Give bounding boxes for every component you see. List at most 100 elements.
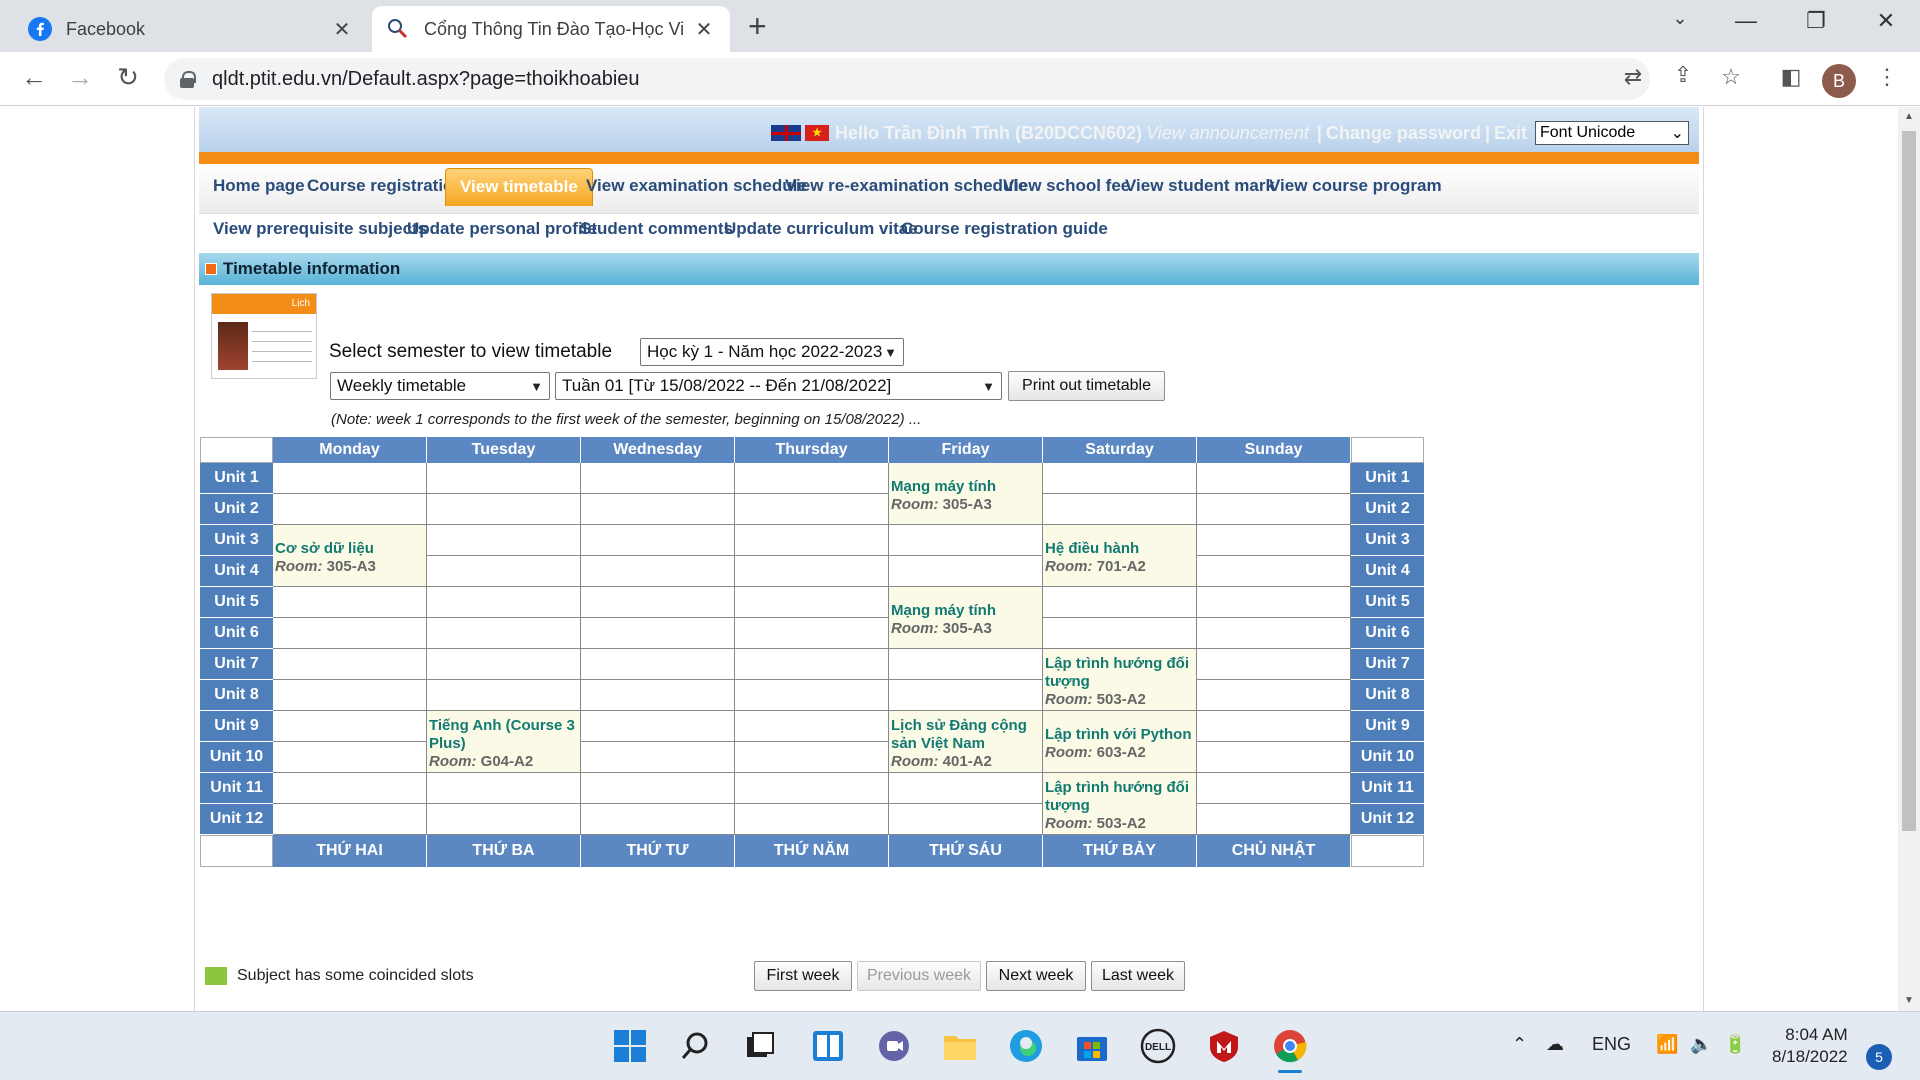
mcafee-icon[interactable]: [1204, 1026, 1244, 1066]
room-label: Room:: [891, 495, 939, 513]
edge-icon[interactable]: [1006, 1026, 1046, 1066]
side-panel-icon[interactable]: ◧: [1776, 64, 1806, 90]
course-block[interactable]: Mạng máy tính Room: 305-A3: [889, 463, 1043, 525]
wifi-icon[interactable]: 📶: [1656, 1034, 1678, 1055]
menu-update-curriculum-vitae[interactable]: Update curriculum vitae: [724, 219, 918, 239]
scrollbar-thumb[interactable]: [1902, 131, 1916, 831]
day-footer: THỨ BẢY: [1043, 835, 1197, 867]
chrome-icon[interactable]: [1270, 1026, 1310, 1073]
scroll-up-icon[interactable]: ▲: [1898, 111, 1920, 122]
section-title-text: Timetable information: [223, 259, 401, 278]
timetable-cell: [735, 711, 889, 742]
minimize-icon[interactable]: —: [1716, 8, 1776, 34]
menu-view-timetable[interactable]: View timetable: [445, 168, 593, 206]
menu-dots-icon[interactable]: ⋮: [1872, 64, 1902, 90]
timetable-cell: [581, 463, 735, 494]
menu-course-registration[interactable]: Course registration: [307, 176, 464, 196]
course-block[interactable]: Lịch sử Đảng cộng sản Việt Nam Room: 401-…: [889, 711, 1043, 773]
menu-view-prerequisite-subjects[interactable]: View prerequisite subjects: [213, 219, 427, 239]
section-title: Timetable information: [199, 253, 1699, 285]
course-room: Room: 603-A2: [1045, 744, 1194, 762]
semester-select[interactable]: Học kỳ 1 - Năm học 2022-2023 ▼: [640, 338, 904, 366]
task-view-icon[interactable]: [740, 1026, 780, 1066]
menu-view-examination-schedule[interactable]: View examination schedule: [586, 176, 807, 196]
vn-flag-icon[interactable]: ★: [805, 125, 830, 141]
course-room: Room: 503-A2: [1045, 691, 1194, 709]
uk-flag-icon[interactable]: [771, 125, 802, 141]
menu-view-course-program[interactable]: View course program: [1269, 176, 1442, 196]
course-block[interactable]: Lập trình hướng đối tượng Room: 503-A2: [1043, 773, 1197, 835]
notification-badge[interactable]: 5: [1866, 1044, 1892, 1070]
last-week-button[interactable]: Last week: [1091, 961, 1185, 991]
tab-facebook[interactable]: Facebook ✕: [14, 6, 368, 52]
menu-course-registration-guide[interactable]: Course registration guide: [901, 219, 1108, 239]
battery-icon[interactable]: 🔋: [1724, 1034, 1746, 1055]
close-tab-icon[interactable]: ✕: [330, 17, 354, 42]
page-container: ★ Hello Trần Đình Tĩnh (B20DCCN602) View…: [194, 107, 1704, 1011]
close-window-icon[interactable]: ✕: [1856, 8, 1916, 34]
microsoft-store-icon[interactable]: [1072, 1026, 1112, 1066]
grid-corner: [1351, 835, 1424, 867]
profile-avatar[interactable]: B: [1822, 64, 1856, 98]
unit-label: Unit 6: [1351, 618, 1424, 649]
change-password-link[interactable]: Change password: [1326, 123, 1481, 144]
course-block[interactable]: Hệ điều hành Room: 701-A2: [1043, 525, 1197, 587]
file-explorer-icon[interactable]: [940, 1026, 980, 1066]
course-block[interactable]: Tiếng Anh (Course 3 Plus) Room: G04-A2: [427, 711, 581, 773]
scroll-down-icon[interactable]: ▼: [1898, 995, 1920, 1006]
close-tab-icon[interactable]: ✕: [692, 17, 716, 42]
dell-icon[interactable]: DELL: [1138, 1026, 1178, 1066]
reload-icon[interactable]: ↻: [108, 62, 148, 93]
unit-label: Unit 4: [200, 556, 273, 587]
tab-title: Cổng Thông Tin Đào Tạo-Học Vi: [424, 18, 685, 39]
url-input[interactable]: qldt.ptit.edu.vn/Default.aspx?page=thoik…: [164, 58, 1650, 100]
chevron-up-icon[interactable]: ⌃: [1512, 1034, 1527, 1055]
timetable-cell: [889, 804, 1043, 835]
translate-icon[interactable]: ⇄: [1618, 64, 1648, 90]
font-select[interactable]: Font Unicode ⌄: [1535, 121, 1689, 145]
view-type-select[interactable]: Weekly timetable ▼: [330, 372, 550, 400]
previous-week-button[interactable]: Previous week: [857, 961, 981, 991]
course-block[interactable]: Lập trình với Python Room: 603-A2: [1043, 711, 1197, 773]
bookmark-star-icon[interactable]: ☆: [1716, 64, 1746, 90]
timetable-cell: [581, 773, 735, 804]
share-icon[interactable]: ⇪: [1668, 62, 1698, 88]
course-block[interactable]: Mạng máy tính Room: 305-A3: [889, 587, 1043, 649]
menu-home-page[interactable]: Home page: [213, 176, 305, 196]
course-block[interactable]: Cơ sở dữ liệu Room: 305-A3: [273, 525, 427, 587]
menu-view-reexamination-schedule[interactable]: View re-examination schedule: [785, 176, 1028, 196]
menu-view-school-fee[interactable]: View school fee: [1003, 176, 1130, 196]
menu-view-student-mark[interactable]: View student mark: [1125, 176, 1275, 196]
back-icon[interactable]: ←: [14, 62, 54, 93]
menu-student-comments[interactable]: Student comments: [580, 219, 733, 239]
forward-icon[interactable]: →: [60, 62, 100, 93]
onedrive-icon[interactable]: ☁: [1546, 1034, 1564, 1055]
view-type-value: Weekly timetable: [337, 376, 467, 395]
course-name: Cơ sở dữ liệu: [275, 539, 374, 557]
first-week-button[interactable]: First week: [754, 961, 852, 991]
clock[interactable]: 8:04 AM 8/18/2022: [1772, 1024, 1848, 1068]
language-indicator[interactable]: ENG: [1592, 1034, 1631, 1055]
next-week-button[interactable]: Next week: [986, 961, 1086, 991]
tab-qldt[interactable]: Cổng Thông Tin Đào Tạo-Học Vi ✕: [372, 6, 730, 52]
teams-chat-icon[interactable]: [874, 1026, 914, 1066]
legend-text: Subject has some coincided slots: [237, 967, 474, 984]
timetable-cell: [1043, 618, 1197, 649]
unit-label: Unit 6: [200, 618, 273, 649]
timetable-cell: [273, 494, 427, 525]
start-icon[interactable]: [610, 1026, 650, 1066]
view-announcement-link[interactable]: View announcement: [1146, 123, 1309, 144]
restore-icon[interactable]: ❐: [1786, 8, 1846, 34]
widgets-icon[interactable]: [808, 1026, 848, 1066]
tab-search-icon[interactable]: ⌄: [1650, 8, 1710, 29]
course-block[interactable]: Lập trình hướng đối tượng Room: 503-A2: [1043, 649, 1197, 711]
new-tab-button[interactable]: +: [748, 8, 767, 45]
timetable-cell: [1197, 804, 1351, 835]
exit-link[interactable]: Exit: [1494, 123, 1527, 144]
search-icon[interactable]: [676, 1026, 716, 1066]
volume-icon[interactable]: 🔈: [1690, 1034, 1712, 1055]
print-timetable-button[interactable]: Print out timetable: [1008, 371, 1165, 401]
week-select[interactable]: Tuần 01 [Từ 15/08/2022 -- Đến 21/08/2022…: [555, 372, 1002, 400]
menu-update-personal-profile[interactable]: Update personal profile: [407, 219, 597, 239]
page-scrollbar[interactable]: ▲ ▼: [1898, 107, 1920, 1011]
